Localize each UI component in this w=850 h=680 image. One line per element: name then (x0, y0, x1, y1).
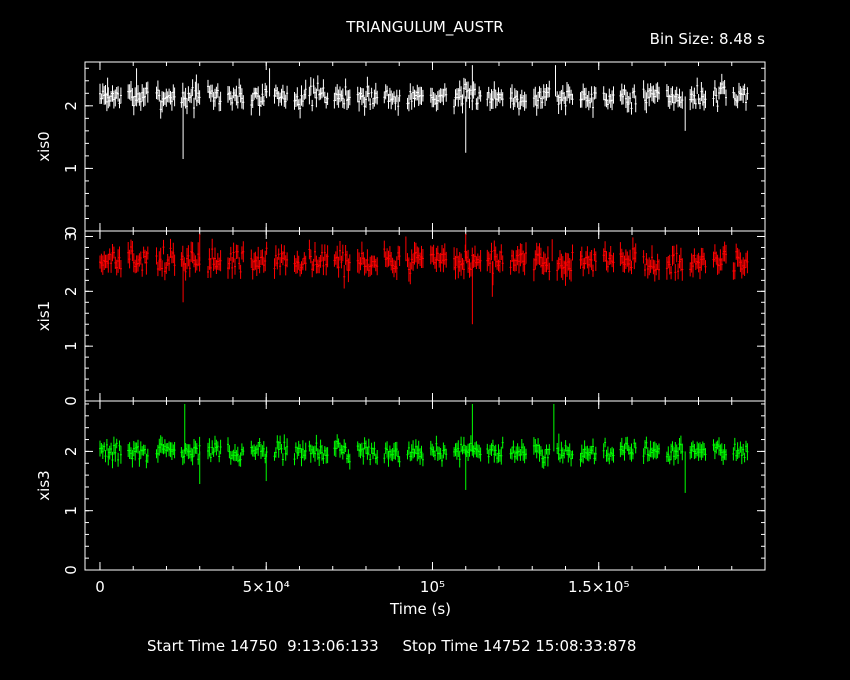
xtick-label: 10⁵ (420, 578, 445, 596)
xis1-ytick-label: 3 (62, 232, 80, 242)
xis1-ytick-label: 0 (62, 396, 80, 406)
time-range-footer: Start Time 14750 9:13:06:133 Stop Time 1… (147, 637, 636, 655)
start-time: Start Time 14750 9:13:06:133 (147, 637, 379, 655)
xis0-ylabel: xis0 (35, 131, 53, 161)
xis3-data-points (99, 434, 749, 470)
xtick-label: 0 (95, 578, 105, 596)
x-axis-label: Time (s) (390, 600, 451, 618)
stop-time: Stop Time 14752 15:08:33:878 (402, 637, 637, 655)
xis3-ylabel: xis3 (35, 470, 53, 500)
xis0-ytick-label: 1 (62, 164, 80, 174)
xis1-ylabel: xis1 (35, 301, 53, 331)
xtick-label: 5×10⁴ (243, 578, 290, 596)
xis3-ytick-label: 2 (62, 447, 80, 457)
xis3-ytick-label: 1 (62, 506, 80, 516)
xis1-ytick-label: 1 (62, 341, 80, 351)
xis3-ytick-label: 0 (62, 565, 80, 575)
light-curve-chart: 012xis00123xis1012xis30 5×10⁴ 10⁵ 1.5×10⁵ (35, 61, 766, 596)
xis1-data-points (99, 237, 749, 289)
xis1-ytick-label: 2 (62, 287, 80, 297)
xtick-label: 1.5×10⁵ (568, 578, 630, 596)
xis0-panel-frame (84, 61, 766, 232)
xis0-ytick-label: 2 (62, 101, 80, 111)
xis3-panel-frame (84, 400, 766, 571)
